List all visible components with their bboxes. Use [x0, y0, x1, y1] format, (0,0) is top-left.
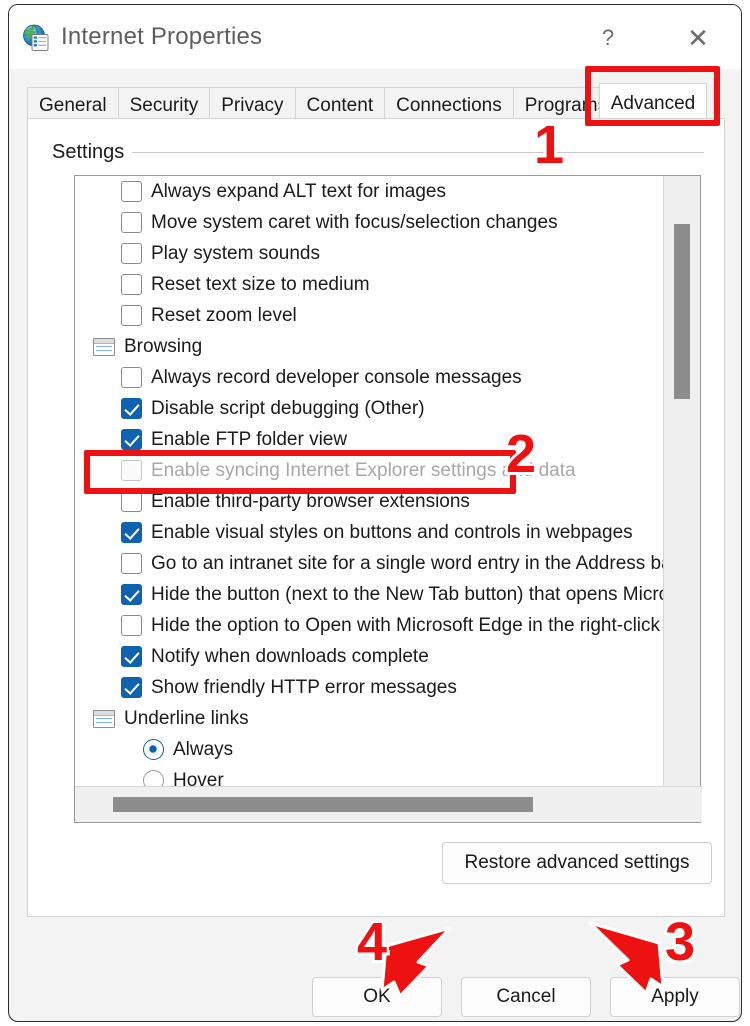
tab-list: General Security Privacy Content Connect… — [27, 83, 708, 123]
settings-row-label: Always — [173, 738, 234, 760]
advanced-tab-panel: Settings Always expand ALT text for imag… — [27, 118, 725, 917]
settings-row-label: Show friendly HTTP error messages — [151, 676, 457, 698]
settings-row[interactable]: Enable visual styles on buttons and cont… — [75, 517, 663, 548]
settings-row[interactable]: Disable script debugging (Other) — [75, 393, 663, 424]
internet-properties-window: Internet Properties ? ✕ General Security… — [8, 4, 742, 1022]
settings-row[interactable]: Always record developer console messages — [75, 362, 663, 393]
settings-row[interactable]: Go to an intranet site for a single word… — [75, 548, 663, 579]
settings-row[interactable]: Notify when downloads complete — [75, 641, 663, 672]
internet-properties-globe-icon — [21, 23, 51, 53]
radio-selected-icon[interactable] — [143, 739, 164, 760]
settings-row[interactable]: Enable FTP folder view — [75, 424, 663, 455]
help-icon[interactable]: ? — [585, 21, 631, 55]
settings-row-label: Underline links — [124, 707, 249, 729]
settings-row[interactable]: Enable third-party browser extensions — [75, 486, 663, 517]
radio-unselected-icon[interactable] — [143, 770, 164, 787]
settings-row-label: Hide the button (next to the New Tab but… — [151, 583, 663, 605]
settings-row[interactable]: Play system sounds — [75, 238, 663, 269]
screenshot-root: Internet Properties ? ✕ General Security… — [0, 0, 750, 1026]
settings-row-label: Move system caret with focus/selection c… — [151, 211, 558, 233]
apply-button[interactable]: Apply — [610, 977, 740, 1017]
restore-advanced-settings-button[interactable]: Restore advanced settings — [442, 842, 712, 884]
checkbox-unchecked-icon[interactable] — [121, 615, 142, 636]
settings-row[interactable]: Underline links — [75, 703, 663, 734]
settings-row-label: Enable third-party browser extensions — [151, 490, 470, 512]
checkbox-checked-icon[interactable] — [121, 584, 142, 605]
settings-row[interactable]: Hover — [75, 765, 663, 787]
checkbox-unchecked-icon[interactable] — [121, 553, 142, 574]
settings-row-label: Notify when downloads complete — [151, 645, 429, 667]
checkbox-checked-icon[interactable] — [121, 677, 142, 698]
checkbox-unchecked-icon[interactable] — [121, 305, 142, 326]
settings-row-label: Always record developer console messages — [151, 366, 522, 388]
settings-listbox[interactable]: Always expand ALT text for images Move sy… — [74, 175, 702, 823]
ok-button[interactable]: OK — [312, 977, 442, 1017]
settings-row-label: Play system sounds — [151, 242, 320, 264]
settings-row[interactable]: Always — [75, 734, 663, 765]
settings-row-label: Hide the option to Open with Microsoft E… — [151, 614, 663, 636]
settings-row[interactable]: Hide the option to Open with Microsoft E… — [75, 610, 663, 641]
annotation-marker-3: 3 — [665, 912, 696, 972]
checkbox-checked-icon[interactable] — [121, 398, 142, 419]
checkbox-unchecked-icon[interactable] — [121, 274, 142, 295]
settings-row-label: Always expand ALT text for images — [151, 180, 447, 202]
settings-section-label: Settings — [52, 141, 125, 163]
settings-row-label: Go to an intranet site for a single word… — [151, 552, 663, 574]
title-bar: Internet Properties ? ✕ — [9, 5, 741, 69]
settings-divider — [132, 152, 704, 153]
vertical-scrollbar-thumb[interactable] — [674, 224, 690, 399]
settings-row-label: Enable FTP folder view — [151, 428, 348, 450]
settings-row[interactable]: Hide the button (next to the New Tab but… — [75, 579, 663, 610]
annotation-marker-4: 4 — [357, 912, 388, 972]
checkbox-unchecked-icon[interactable] — [121, 181, 142, 202]
settings-row[interactable]: Reset zoom level — [75, 300, 663, 331]
checkbox-unchecked-icon[interactable] — [121, 243, 142, 264]
settings-row-label: Reset text size to medium — [151, 273, 370, 295]
vertical-scrollbar[interactable] — [663, 176, 700, 787]
horizontal-scrollbar[interactable] — [75, 786, 702, 822]
settings-row[interactable]: Always expand ALT text for images — [75, 176, 663, 207]
checkbox-unchecked-icon[interactable] — [121, 212, 142, 233]
settings-row-label: Enable visual styles on buttons and cont… — [151, 521, 633, 543]
tab-strip: General Security Privacy Content Connect… — [9, 69, 741, 123]
settings-row[interactable]: Reset text size to medium — [75, 269, 663, 300]
settings-row-label: Reset zoom level — [151, 304, 297, 326]
checkbox-checked-icon[interactable] — [121, 429, 142, 450]
settings-row-label: Disable script debugging (Other) — [151, 397, 425, 419]
settings-group-icon — [93, 709, 115, 728]
settings-list: Always expand ALT text for images Move sy… — [75, 176, 663, 787]
cancel-button[interactable]: Cancel — [461, 977, 591, 1017]
close-icon[interactable]: ✕ — [675, 21, 721, 55]
settings-row[interactable]: Show friendly HTTP error messages — [75, 672, 663, 703]
horizontal-scrollbar-thumb[interactable] — [113, 797, 533, 812]
window-title: Internet Properties — [61, 23, 263, 50]
checkbox-checked-icon[interactable] — [121, 522, 142, 543]
tab-advanced[interactable]: Advanced — [598, 83, 708, 123]
settings-row[interactable]: Enable syncing Internet Explorer setting… — [75, 455, 663, 486]
settings-row[interactable]: Browsing — [75, 331, 663, 362]
annotation-marker-1: 1 — [534, 115, 565, 175]
annotation-marker-2: 2 — [506, 424, 537, 484]
settings-group-icon — [93, 337, 115, 356]
checkbox-unchecked-icon[interactable] — [121, 491, 142, 512]
checkbox-checked-icon[interactable] — [121, 646, 142, 667]
settings-row-label: Browsing — [124, 335, 203, 357]
checkbox-unchecked-icon[interactable] — [121, 460, 142, 481]
settings-row-label: Hover — [173, 769, 224, 788]
checkbox-unchecked-icon[interactable] — [121, 367, 142, 388]
settings-row[interactable]: Move system caret with focus/selection c… — [75, 207, 663, 238]
